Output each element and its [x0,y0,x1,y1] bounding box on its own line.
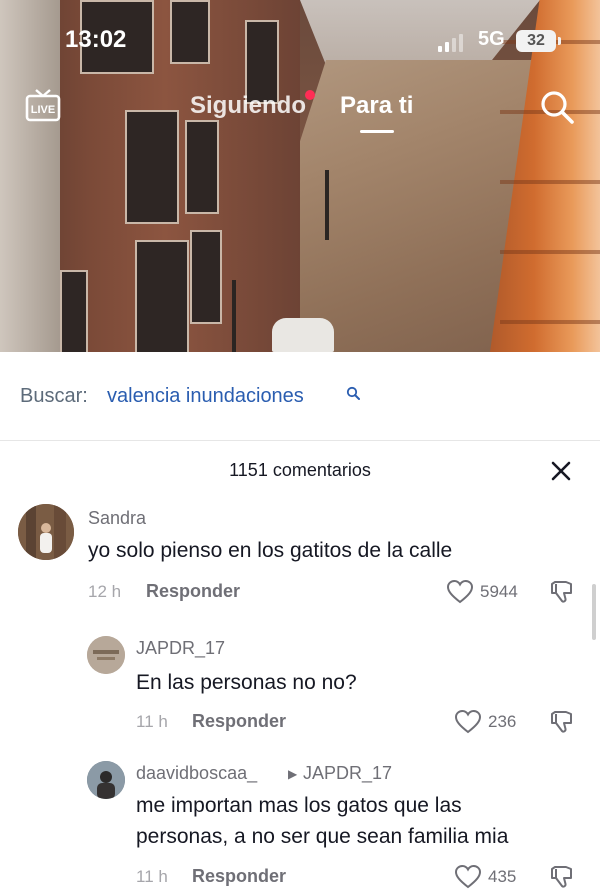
live-icon[interactable]: LIVE [24,88,62,126]
dislike-icon[interactable] [549,709,575,735]
comment-text: En las personas no no? [136,671,357,694]
search-icon [346,386,360,400]
avatar[interactable] [18,504,74,560]
reply-to-username[interactable]: JAPDR_17 [303,763,392,784]
reply-button[interactable]: Responder [146,581,240,602]
network-label: 5G [478,28,505,50]
reply-button[interactable]: Responder [192,711,286,732]
search-prefix: Buscar: [20,385,88,407]
signal-icon [438,34,463,52]
tab-active-indicator [360,130,394,133]
video-brick-line [500,180,600,184]
video-car [272,318,334,352]
heart-icon[interactable] [454,709,482,734]
dislike-icon[interactable] [549,579,575,605]
heart-icon[interactable] [454,864,482,889]
video-window [135,240,189,352]
comment-username[interactable]: Sandra [88,508,146,529]
video-window [60,270,88,352]
video-brick-line [500,250,600,254]
status-bar: 13:02 5G 32 [0,0,600,70]
battery-icon: 32 [516,30,561,52]
video-brick-line [500,320,600,324]
notification-dot [305,90,315,100]
video-lamp [325,170,329,240]
live-label: LIVE [31,104,55,116]
comment-text-line-2: personas, a no ser que sean familia mia [136,825,509,848]
close-icon[interactable] [550,460,572,482]
comment-time: 11 h [136,867,168,886]
like-count: 5944 [480,582,518,601]
comment-username[interactable]: JAPDR_17 [136,638,225,659]
video-window [125,110,179,224]
heart-icon[interactable] [446,579,474,604]
scrollbar[interactable] [592,584,596,640]
tab-for-you[interactable]: Para ti [340,92,413,120]
video-lamp [232,280,236,352]
comment-time: 11 h [136,712,168,731]
avatar[interactable] [87,636,125,674]
comment-text: yo solo pienso en los gatitos de la call… [88,539,453,562]
comments-sheet: Buscar: valencia inundaciones 1151 comen… [0,352,600,891]
tab-following[interactable]: Siguiendo [190,92,306,120]
like-count: 236 [488,712,517,731]
search-icon[interactable] [538,88,576,126]
reply-arrow-icon: ▶ [288,767,298,781]
avatar[interactable] [87,761,125,799]
video-window [190,230,222,324]
search-query-link[interactable]: valencia inundaciones [107,385,304,408]
reply-button[interactable]: Responder [192,866,286,887]
comments-count: 1151 comentarios [229,460,371,480]
search-suggestion[interactable]: Buscar: valencia inundaciones [0,352,600,441]
status-time: 13:02 [65,26,127,53]
comment-username[interactable]: daavidboscaa_ [136,763,257,784]
dislike-icon[interactable] [549,864,575,890]
comment-time: 12 h [88,582,122,601]
comment-text-line-1: me importan mas los gatos que las [136,794,462,817]
video-window [185,120,219,214]
like-count: 435 [488,867,517,886]
